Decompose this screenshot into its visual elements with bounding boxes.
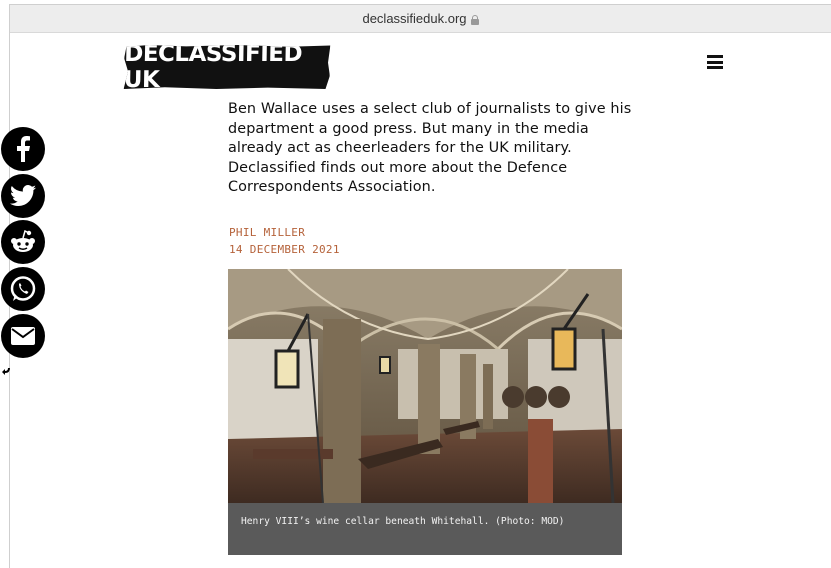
- reddit-icon: [11, 230, 35, 252]
- twitter-icon: [10, 185, 36, 207]
- address-bar[interactable]: declassifieduk.org: [10, 5, 831, 33]
- whatsapp-share-button[interactable]: [1, 267, 45, 311]
- lock-icon: [470, 15, 479, 25]
- site-logo[interactable]: DECLASSIFIED UK: [124, 45, 331, 89]
- author-link[interactable]: PHIL MILLER: [229, 226, 305, 239]
- menu-button[interactable]: [707, 55, 723, 69]
- article-image: [228, 269, 622, 503]
- email-share-button[interactable]: [1, 314, 45, 358]
- reddit-share-button[interactable]: [1, 220, 45, 264]
- logo-text: DECLASSIFIED UK: [123, 41, 303, 93]
- publish-date: 14 DECEMBER 2021: [229, 243, 340, 256]
- article-lede: Ben Wallace uses a select club of journa…: [228, 101, 632, 195]
- email-icon: [11, 327, 35, 345]
- image-caption: Henry VIII’s wine cellar beneath Whiteha…: [228, 503, 622, 555]
- browser-window: declassifieduk.org DECLASSIFIED UK Ben W…: [9, 4, 831, 568]
- twitter-share-button[interactable]: [1, 174, 45, 218]
- facebook-share-button[interactable]: [1, 127, 45, 171]
- whatsapp-icon: [10, 276, 36, 301]
- url-text[interactable]: declassifieduk.org: [362, 11, 466, 26]
- facebook-icon: [17, 136, 30, 162]
- collapse-arrow-icon[interactable]: [2, 367, 12, 377]
